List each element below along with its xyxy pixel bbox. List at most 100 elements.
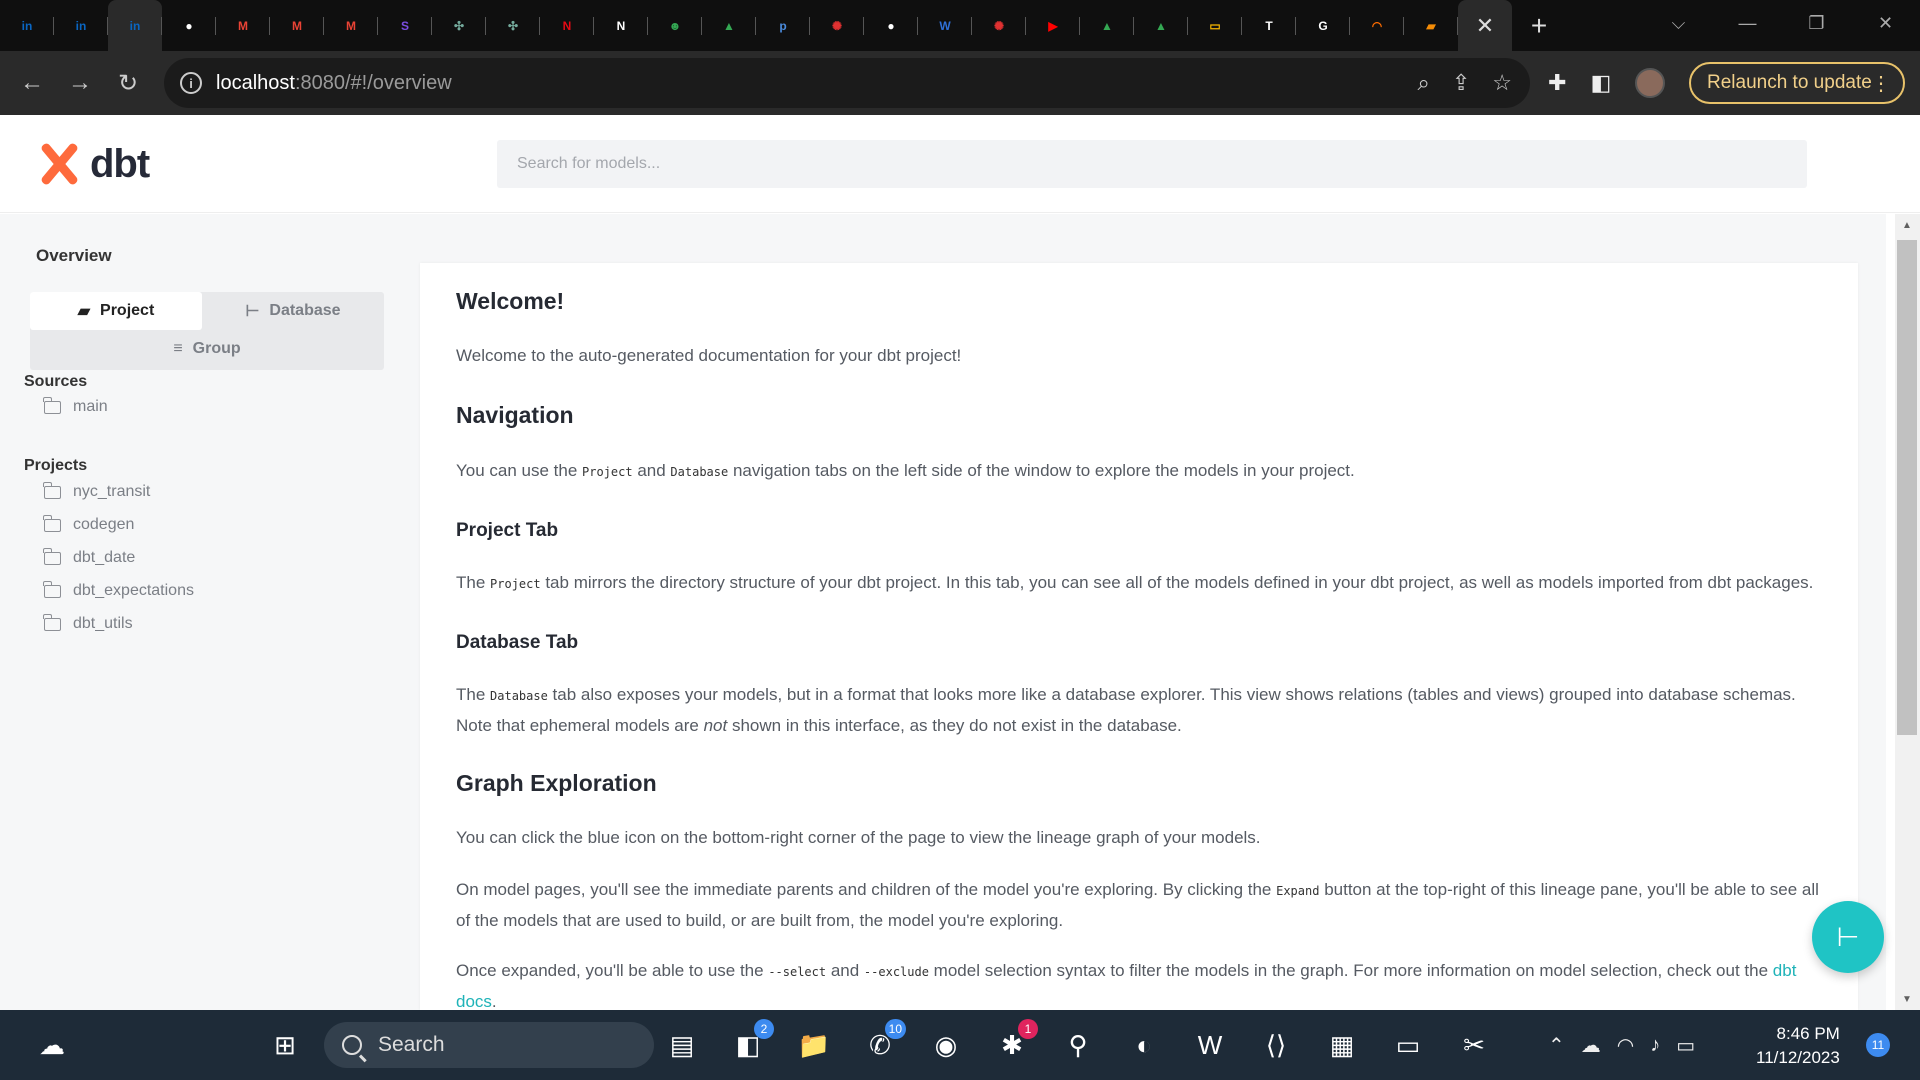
project-item-dbt-date[interactable]: dbt_date bbox=[43, 546, 135, 570]
chevron-up-icon[interactable]: ⌃ bbox=[1548, 1033, 1565, 1058]
tab-database-label: Database bbox=[269, 302, 341, 319]
window-close-icon[interactable]: ✕ bbox=[1851, 0, 1920, 46]
browser-tab[interactable]: S bbox=[378, 0, 432, 51]
project-item-codegen[interactable]: codegen bbox=[43, 513, 134, 537]
maps-pin-icon[interactable]: ⚲ bbox=[1056, 1023, 1100, 1067]
browser-tab[interactable]: N bbox=[594, 0, 648, 51]
teams-icon[interactable]: ◧ 2 bbox=[726, 1019, 774, 1067]
back-arrow-icon[interactable]: ← bbox=[8, 59, 56, 107]
browser-tab[interactable]: ▲ bbox=[1134, 0, 1188, 51]
tab-project[interactable]: ▰ Project bbox=[30, 292, 202, 330]
browser-tab[interactable]: ▭ bbox=[1188, 0, 1242, 51]
browser-tab[interactable]: W bbox=[918, 0, 972, 51]
address-bar[interactable]: i localhost:8080/#!/overview ⌕ ⇪ ☆ bbox=[164, 58, 1530, 108]
share-icon[interactable]: ⇪ bbox=[1452, 70, 1470, 96]
chrome-icon[interactable]: ◉ bbox=[924, 1023, 968, 1067]
tab-search-chevron-icon[interactable]: ⌵ bbox=[1644, 0, 1713, 46]
side-panel-icon[interactable]: ◧ bbox=[1590, 70, 1611, 96]
browser-tab[interactable]: ● bbox=[162, 0, 216, 51]
reload-icon[interactable]: ↻ bbox=[104, 59, 152, 107]
asterisk-red-icon: ✺ bbox=[831, 18, 843, 33]
project-item-label: dbt_expectations bbox=[73, 582, 194, 599]
tab-database[interactable]: ⊢ Database bbox=[202, 292, 384, 330]
dbt-logo[interactable]: dbt bbox=[36, 141, 150, 187]
project-item-nyc-transit[interactable]: nyc_transit bbox=[43, 480, 150, 504]
browser-tab[interactable]: ✺ bbox=[972, 0, 1026, 51]
zoom-icon[interactable]: ⌕ bbox=[1418, 70, 1430, 96]
browser-tab[interactable]: M bbox=[270, 0, 324, 51]
relaunch-to-update-button[interactable]: Relaunch to update ⋮ bbox=[1689, 62, 1905, 104]
browser-tab[interactable]: N bbox=[540, 0, 594, 51]
wifi-icon[interactable]: ◠ bbox=[1617, 1033, 1634, 1058]
browser-tab[interactable]: ✺ bbox=[810, 0, 864, 51]
browser-tab[interactable]: p bbox=[756, 0, 810, 51]
source-item-main[interactable]: main bbox=[43, 395, 108, 419]
scroll-down-arrow-icon[interactable]: ▼ bbox=[1902, 994, 1912, 1005]
browser-tab[interactable]: ✣ bbox=[486, 0, 540, 51]
new-tab-button[interactable]: + bbox=[1512, 0, 1566, 51]
scrollbar-thumb[interactable] bbox=[1897, 240, 1917, 735]
browser-tab[interactable]: ▲ bbox=[702, 0, 756, 51]
close-tab-icon[interactable]: ✕ bbox=[1458, 0, 1512, 51]
extensions-puzzle-icon[interactable]: ✚ bbox=[1548, 70, 1566, 96]
snipping-tool-icon[interactable]: ✂ bbox=[1452, 1023, 1496, 1067]
sidebar-overview-link[interactable]: Overview bbox=[36, 246, 112, 266]
linkedin-icon: in bbox=[75, 18, 87, 33]
youtube-icon: ▶ bbox=[1048, 18, 1058, 33]
browser-tab[interactable]: ▰ bbox=[1404, 0, 1458, 51]
robot-icon: ☻ bbox=[668, 18, 682, 33]
search-models-input[interactable] bbox=[497, 140, 1807, 188]
minimize-icon[interactable]: — bbox=[1713, 0, 1782, 46]
welcome-text: Welcome to the auto-generated documentat… bbox=[456, 346, 962, 365]
site-info-icon[interactable]: i bbox=[180, 72, 202, 94]
tab-project-label: Project bbox=[100, 302, 155, 319]
browser-tab[interactable]: M bbox=[216, 0, 270, 51]
edge-icon[interactable]: ◐ bbox=[1122, 1023, 1166, 1067]
browser-tab[interactable]: ◠ bbox=[1350, 0, 1404, 51]
browser-tab[interactable]: in bbox=[108, 0, 162, 51]
project-item-dbt-expectations[interactable]: dbt_expectations bbox=[43, 579, 194, 603]
battery-icon[interactable]: ▭ bbox=[1676, 1033, 1695, 1058]
taskbar-clock[interactable]: 8:46 PM 11/12/2023 bbox=[1756, 1022, 1840, 1070]
url-text[interactable]: localhost:8080/#!/overview bbox=[216, 72, 452, 95]
browser-tab[interactable]: ▲ bbox=[1080, 0, 1134, 51]
terminal-icon[interactable]: ▭ bbox=[1386, 1023, 1430, 1067]
browser-tab[interactable]: ✣ bbox=[432, 0, 486, 51]
scroll-up-arrow-icon[interactable]: ▲ bbox=[1902, 220, 1912, 231]
more-menu-icon[interactable]: ⋮ bbox=[1871, 71, 1891, 96]
taskbar-search-box[interactable]: Search bbox=[324, 1022, 654, 1068]
lineage-graph-icon: ⊢ bbox=[1836, 921, 1860, 952]
browser-tab[interactable]: G bbox=[1296, 0, 1350, 51]
asterisk-red-icon: ✺ bbox=[993, 18, 1005, 33]
browser-tab[interactable]: ▶ bbox=[1026, 0, 1080, 51]
word-icon[interactable]: W bbox=[1188, 1023, 1232, 1067]
notification-badge[interactable]: 11 bbox=[1866, 1033, 1890, 1057]
browser-tab[interactable]: in bbox=[0, 0, 54, 51]
widgets-weather-icon[interactable]: ☁ bbox=[30, 1023, 74, 1067]
tab-group[interactable]: ≡ Group bbox=[30, 330, 384, 368]
browser-tab[interactable]: T bbox=[1242, 0, 1296, 51]
gmail-icon: M bbox=[292, 18, 302, 33]
onedrive-cloud-icon[interactable]: ☁ bbox=[1581, 1033, 1601, 1058]
windows-start-icon[interactable]: ⊞ bbox=[263, 1023, 307, 1067]
whatsapp-icon[interactable]: ✆ 10 bbox=[858, 1019, 906, 1067]
file-explorer-stack-icon[interactable]: ▤ bbox=[660, 1023, 704, 1067]
volume-icon[interactable]: ♪ bbox=[1650, 1034, 1660, 1057]
browser-tab[interactable]: ● bbox=[864, 0, 918, 51]
browser-tab[interactable]: ☻ bbox=[648, 0, 702, 51]
file-explorer-icon[interactable]: 📁 bbox=[792, 1023, 836, 1067]
vscode-icon[interactable]: ⟨⟩ bbox=[1254, 1023, 1298, 1067]
url-path: :8080/#!/overview bbox=[294, 71, 452, 94]
project-item-dbt-utils[interactable]: dbt_utils bbox=[43, 612, 133, 636]
profile-avatar[interactable] bbox=[1635, 68, 1666, 98]
slack-icon[interactable]: ✱ 1 bbox=[990, 1019, 1038, 1067]
browser-tab[interactable]: in bbox=[54, 0, 108, 51]
browser-tab[interactable]: M bbox=[324, 0, 378, 51]
google-drive-icon: ▲ bbox=[1101, 18, 1113, 33]
page-scrollbar[interactable]: ▲ ▼ bbox=[1895, 214, 1920, 1010]
forward-arrow-icon[interactable]: → bbox=[56, 59, 104, 107]
bookmark-star-icon[interactable]: ☆ bbox=[1492, 70, 1512, 96]
lineage-graph-button[interactable]: ⊢ bbox=[1812, 901, 1884, 973]
notepad-icon[interactable]: ▦ bbox=[1320, 1023, 1364, 1067]
restore-icon[interactable]: ❐ bbox=[1782, 0, 1851, 46]
